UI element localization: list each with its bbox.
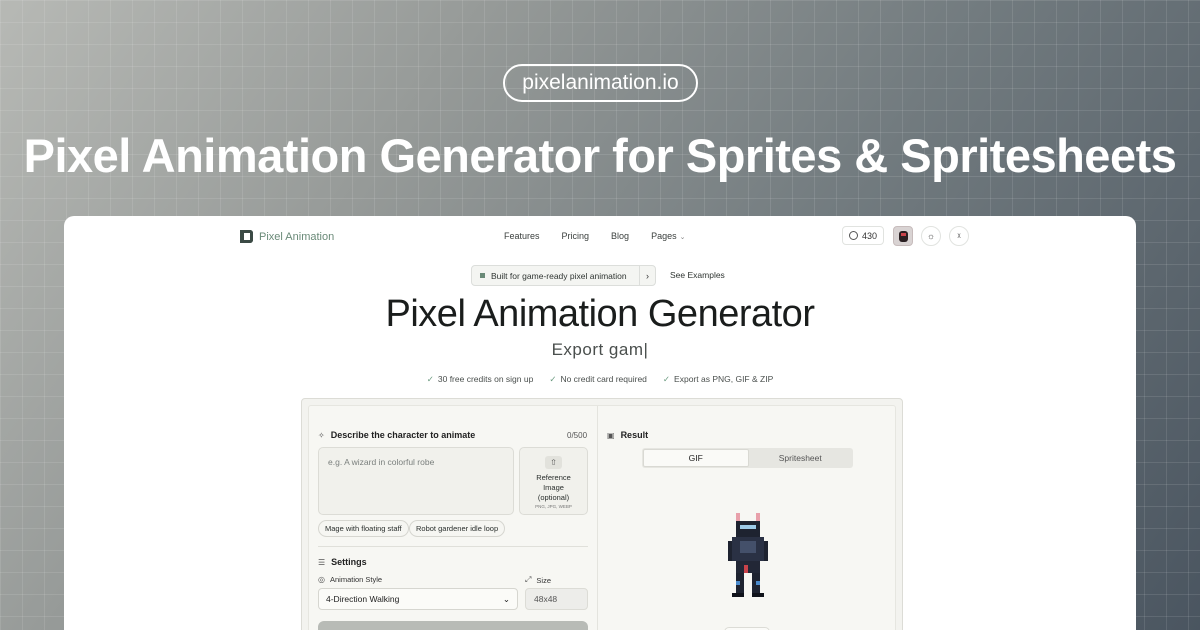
brand-logo-icon	[240, 230, 253, 243]
language-button[interactable]: ᵡ	[949, 226, 969, 246]
check-item: ✓ Export as PNG, GIF & ZIP	[663, 374, 773, 385]
generate-button[interactable]	[318, 621, 588, 630]
coins-icon	[848, 231, 858, 240]
result-header: ▣ Result	[607, 430, 648, 440]
reference-label-line: Reference	[536, 473, 571, 482]
tab-spritesheet[interactable]: Spritesheet	[749, 449, 853, 467]
input-column: ✧ Describe the character to animate 0/50…	[309, 406, 598, 630]
style-label-text: Animation Style	[329, 575, 383, 584]
check-item: ✓ 30 free credits on sign up	[427, 374, 534, 385]
settings-label: Settings	[331, 557, 367, 567]
nav-features[interactable]: Features	[504, 231, 540, 241]
app-screenshot-card: Pixel Animation Features Pricing Blog Pa…	[64, 216, 1136, 630]
check-label: No credit card required	[560, 374, 647, 384]
settings-header: ☰ Settings	[318, 557, 367, 567]
size-field[interactable]: 48x48	[525, 588, 588, 610]
nav-pages-label: Pages	[651, 231, 677, 241]
divider	[318, 546, 588, 547]
size-label-text: Size	[536, 575, 551, 585]
reference-image-upload[interactable]: ⇧ Reference Image (optional) PNG, JPG, W…	[519, 447, 588, 515]
image-icon: ▣	[607, 430, 615, 440]
theme-toggle-button[interactable]: ☼	[921, 226, 941, 246]
animation-style-select[interactable]: 4-Direction Walking ⌄	[318, 588, 518, 610]
pixel-character-sprite	[728, 513, 768, 597]
check-icon: ✓	[662, 374, 671, 384]
animation-style-value: 4-Direction Walking	[326, 594, 400, 604]
hero-title: Pixel Animation Generator for Sprites & …	[23, 129, 1177, 182]
sparkles-icon: ✧	[318, 430, 325, 440]
typing-subtitle: Export gam|	[551, 340, 649, 359]
prompt-chip[interactable]: Mage with floating staff	[318, 520, 409, 537]
description-input[interactable]: e.g. A wizard in colorful robe	[318, 447, 514, 515]
result-tabs: GIF Spritesheet	[642, 448, 853, 468]
credits-count: 430	[861, 230, 878, 241]
page-title: Pixel Animation Generator	[385, 293, 815, 335]
built-badge[interactable]: Built for game-ready pixel animation ›	[471, 265, 656, 286]
avatar[interactable]	[893, 226, 913, 246]
check-icon: ✓	[426, 374, 434, 384]
feature-checks: ✓ 30 free credits on sign up ✓ No credit c…	[64, 374, 1136, 385]
brand[interactable]: Pixel Animation	[240, 230, 334, 243]
nav-pricing[interactable]: Pricing	[562, 231, 590, 241]
prompt-chip[interactable]: Robot gardener idle loop	[409, 520, 506, 537]
reference-label-line: Image	[543, 483, 564, 492]
check-icon: ✓	[549, 374, 557, 384]
generator-inner: ✧ Describe the character to animate 0/50…	[308, 405, 896, 630]
sliders-icon: ☰	[318, 557, 326, 567]
resize-icon: ⤢	[525, 575, 532, 584]
credits-badge[interactable]: 430	[842, 226, 884, 245]
check-label: 30 free credits on sign up	[437, 374, 534, 384]
describe-header: ✧ Describe the character to animate	[318, 430, 475, 440]
square-icon	[480, 273, 485, 278]
check-item: ✓ No credit card required	[549, 374, 647, 385]
nav-pages[interactable]: Pages ⌄	[651, 231, 685, 241]
see-examples-link[interactable]: See Examples	[670, 270, 725, 280]
result-label: Result	[620, 430, 649, 440]
chevron-right-icon: ›	[639, 266, 655, 285]
reference-formats: PNG, JPG, WEBP	[535, 504, 572, 509]
char-counter: 0/500	[567, 431, 588, 440]
style-label: ◎ Animation Style	[318, 575, 382, 584]
palette-icon: ◎	[318, 575, 325, 584]
top-nav: Features Pricing Blog Pages ⌄	[504, 231, 685, 241]
chevron-down-icon: ⌄	[679, 234, 686, 241]
generator-panel: ✧ Describe the character to animate 0/50…	[301, 398, 903, 630]
size-label: ⤢ Size	[525, 575, 551, 585]
domain-pill: pixelanimation.io	[503, 64, 698, 102]
sun-icon: ☼	[926, 231, 936, 241]
tab-gif[interactable]: GIF	[643, 449, 749, 467]
chevron-down-icon: ⌄	[502, 593, 510, 604]
upload-icon: ⇧	[545, 456, 562, 469]
built-badge-label: Built for game-ready pixel animation	[491, 270, 627, 281]
brand-name: Pixel Animation	[259, 230, 335, 243]
reference-label-line: (optional)	[537, 493, 570, 502]
nav-blog[interactable]: Blog	[611, 231, 629, 241]
check-label: Export as PNG, GIF & ZIP	[674, 374, 774, 384]
translate-icon: ᵡ	[957, 231, 961, 241]
describe-label: Describe the character to animate	[330, 430, 476, 440]
